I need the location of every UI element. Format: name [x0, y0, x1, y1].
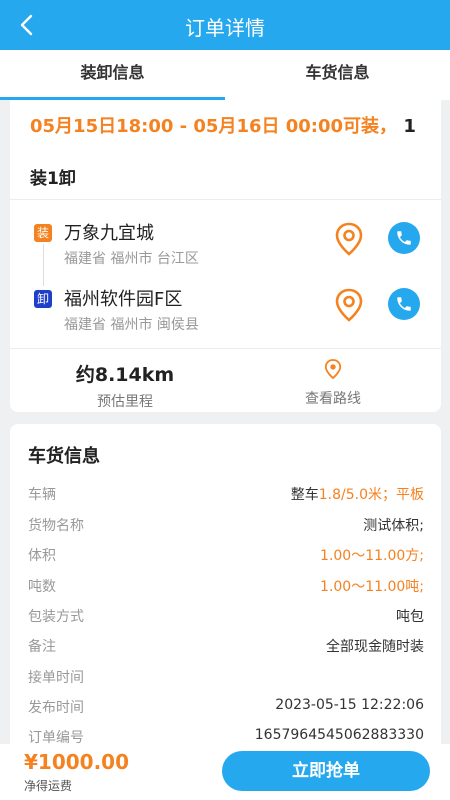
phone-icon [397, 231, 411, 245]
map-pin-button[interactable] [334, 222, 364, 256]
loading-info-card: 05月15日18:00 - 05月16日 00:00可装， 1 装1卸 装 万象… [10, 100, 441, 412]
location-address: 福建省 福州市 台江区 [64, 251, 199, 267]
row-key: 货物名称 [28, 518, 84, 534]
vehicle-spec: 1.8/5.0米；平板 [318, 487, 424, 503]
unloading-location: 卸 福州软件园F区 福建省 福州市 闽侯县 [34, 288, 434, 338]
view-route-button[interactable]: 查看路线 [268, 358, 398, 408]
freight-price: ¥1000.00 [24, 750, 130, 774]
top-nav-bar: 订单详情 [0, 0, 450, 50]
unload-badge: 卸 [34, 290, 52, 308]
info-row-weight: 吨数 1.00～11.00吨; [28, 576, 424, 596]
view-route-label: 查看路线 [305, 391, 361, 407]
row-value: 吨包 [396, 609, 424, 625]
info-row-remark: 备注 全部现金随时装 [28, 636, 424, 656]
info-row-accept-time: 接单时间 [28, 667, 424, 687]
call-button[interactable] [388, 222, 420, 254]
row-value: 全部现金随时装 [326, 639, 424, 655]
weight-range: 1.00～11.00吨; [320, 579, 424, 595]
info-row-vehicle: 车辆 整车1.8/5.0米；平板 [28, 484, 424, 504]
divider [10, 199, 441, 200]
row-key: 吨数 [28, 579, 56, 595]
phone-icon [397, 297, 411, 311]
row-value: 整车1.8/5.0米；平板 [291, 484, 424, 504]
info-row-volume: 体积 1.00～11.00方; [28, 545, 424, 565]
freight-price-label: 净得运费 [24, 779, 73, 793]
info-row-goods-name: 货物名称 测试体积; [28, 515, 424, 535]
tab-cargo-info[interactable]: 车货信息 [225, 50, 450, 100]
route-connector-line [43, 244, 44, 286]
loading-location: 装 万象九宜城 福建省 福州市 台江区 [34, 222, 434, 272]
tab-loading-info[interactable]: 装卸信息 [0, 50, 225, 100]
row-key: 车辆 [28, 487, 56, 503]
location-name: 万象九宜城 [64, 223, 154, 244]
map-pin-icon [335, 222, 363, 256]
row-value: 2023-05-15 12:22:06 [275, 697, 424, 713]
bottom-action-bar: ¥1000.00 净得运费 立即抢单 [0, 744, 450, 800]
volume-range: 1.00～11.00方; [320, 548, 424, 564]
loading-time-window: 05月15日18:00 - 05月16日 00:00可装， 1 [30, 112, 416, 138]
distance-label: 预估里程 [97, 394, 153, 410]
loading-time-text: 05月15日18:00 - 05月16日 00:00可装， [30, 116, 398, 137]
row-value: 1657964545062883330 [254, 727, 424, 743]
load-unload-summary: 装1卸 [30, 169, 76, 189]
call-button[interactable] [388, 288, 420, 320]
row-key: 备注 [28, 639, 56, 655]
page-title: 订单详情 [185, 16, 265, 40]
row-key: 发布时间 [28, 700, 84, 716]
loading-count: 1 [403, 116, 416, 137]
row-key: 包装方式 [28, 609, 84, 625]
row-key: 体积 [28, 548, 56, 564]
row-value: 1.00～11.00吨; [320, 576, 424, 596]
estimated-distance: 约8.14km 预估里程 [50, 360, 200, 411]
row-value: 测试体积; [363, 518, 424, 534]
load-badge: 装 [34, 224, 52, 242]
info-row-publish-time: 发布时间 2023-05-15 12:22:06 [28, 697, 424, 717]
divider [10, 348, 441, 349]
row-value: 1.00～11.00方; [320, 545, 424, 565]
map-pin-icon [324, 359, 342, 380]
cargo-section-title: 车货信息 [28, 446, 100, 467]
map-pin-button[interactable] [334, 288, 364, 322]
info-row-packaging: 包装方式 吨包 [28, 606, 424, 626]
location-address: 福建省 福州市 闽侯县 [64, 317, 199, 333]
vehicle-type: 整车 [290, 487, 319, 503]
map-pin-icon [335, 288, 363, 322]
grab-order-button[interactable]: 立即抢单 [222, 751, 430, 791]
distance-value: 约8.14km [75, 364, 175, 386]
location-name: 福州软件园F区 [64, 289, 183, 310]
tab-bar: 装卸信息 车货信息 [0, 50, 450, 100]
row-key: 接单时间 [28, 670, 84, 686]
